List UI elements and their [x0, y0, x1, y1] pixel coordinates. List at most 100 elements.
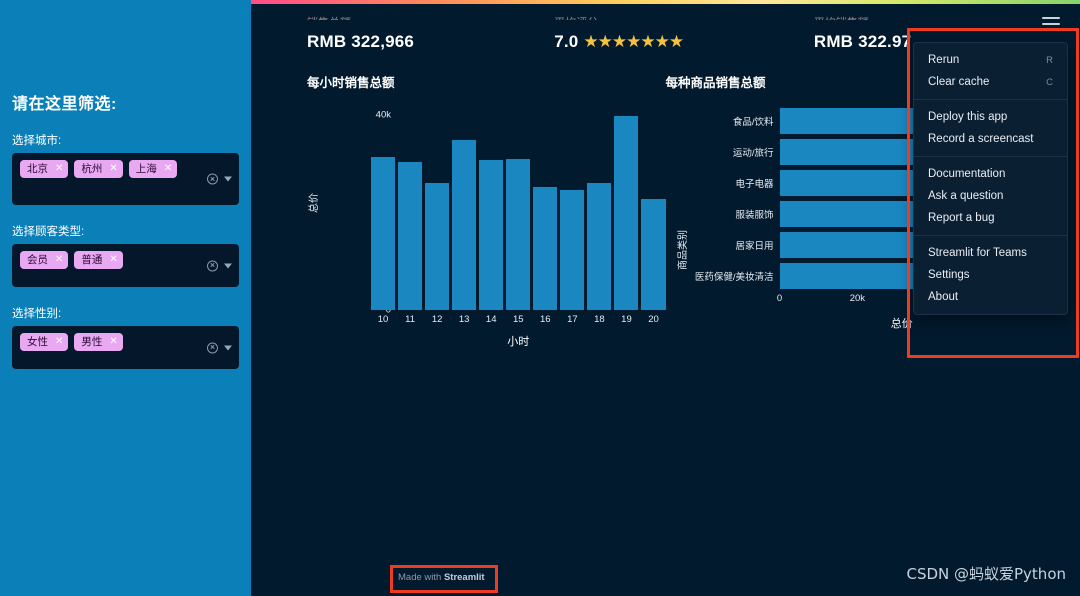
gender-multiselect[interactable]: 女性 ✕ 男性 ✕	[12, 326, 239, 369]
menu-item-clear-cache[interactable]: Clear cache C	[914, 71, 1067, 93]
menu-item-label: Streamlit for Teams	[928, 247, 1027, 259]
clear-all-icon[interactable]	[207, 260, 218, 271]
tag-remove-icon[interactable]: ✕	[55, 251, 63, 269]
metric-value: 7.0 ★★★★★★★	[554, 32, 814, 52]
chevron-down-icon[interactable]	[224, 345, 232, 350]
streamlit-brand: Streamlit	[443, 572, 485, 583]
metric-value: RMB 322,966	[307, 32, 415, 51]
x-tick-label: 18	[594, 314, 605, 325]
chart-hourly-sales: 每小时销售总额 总价 010k20k30k40k 101112131415161…	[307, 72, 666, 365]
plot-area: 010k20k30k40k	[371, 105, 666, 316]
filter-label-city: 选择城市:	[12, 135, 62, 147]
app-root: close-icon 请在这里筛选: 选择城市: 北京 ✕ 杭州 ✕ 上海 ✕ …	[0, 0, 1080, 596]
metric-rating-number: 7.0	[554, 32, 579, 51]
loading-progress-bar	[251, 0, 1080, 4]
y-tick-label: 服装服饰	[735, 209, 774, 221]
star-rating-icon: ★★★★★★★	[583, 32, 684, 52]
bar	[506, 158, 531, 310]
x-tick-label: 0	[776, 293, 783, 304]
menu-item-report-a-bug[interactable]: Report a bug	[914, 207, 1067, 229]
menu-item-label: About	[928, 291, 959, 303]
chevron-down-icon[interactable]	[224, 263, 232, 268]
x-tick-label: 17	[567, 314, 578, 325]
hamburger-bar	[1042, 29, 1060, 31]
sidebar: close-icon 请在这里筛选: 选择城市: 北京 ✕ 杭州 ✕ 上海 ✕ …	[0, 0, 251, 596]
tag-gender-0[interactable]: 女性 ✕	[20, 333, 69, 351]
tag-label: 女性	[27, 336, 48, 348]
made-with-prefix: Made with	[398, 572, 444, 583]
menu-item-record-a-screencast[interactable]: Record a screencast	[914, 128, 1067, 150]
tag-city-2[interactable]: 上海 ✕	[128, 160, 178, 178]
made-with-streamlit-label[interactable]: Made with Streamlit	[398, 572, 485, 583]
tag-remove-icon[interactable]: ✕	[55, 333, 63, 351]
tag-label: 上海	[135, 163, 157, 175]
tag-city-1[interactable]: 杭州 ✕	[74, 160, 123, 178]
menu-item-streamlit-for-teams[interactable]: Streamlit for Teams	[914, 242, 1067, 264]
sidebar-title: 请在这里筛选:	[12, 96, 117, 113]
tag-gender-1[interactable]: 男性 ✕	[74, 333, 123, 351]
vertical-bar-chart: 总价 010k20k30k40k 1011121314151617181920 …	[307, 105, 666, 365]
menu-item-documentation[interactable]: Documentation	[914, 163, 1067, 185]
clear-all-icon[interactable]	[207, 342, 218, 353]
x-axis-ticks: 10 11 12 13 14 15 16 17 18 19 20	[371, 314, 666, 325]
bar	[560, 190, 585, 310]
x-axis-label: 总价	[890, 318, 913, 330]
menu-item-shortcut: C	[1046, 76, 1053, 88]
tag-remove-icon[interactable]: ✕	[55, 160, 63, 178]
menu-item-label: Report a bug	[928, 212, 995, 224]
watermark: CSDN @蚂蚁爱Python	[906, 565, 1066, 583]
x-tick-label: 12	[431, 314, 443, 325]
x-tick-label: 19	[621, 314, 632, 325]
menu-separator	[914, 99, 1067, 100]
x-tick-label: 20k	[849, 293, 866, 304]
close-icon[interactable]: close-icon	[215, 15, 237, 37]
customer-type-multiselect[interactable]: 会员 ✕ 普通 ✕	[12, 244, 239, 287]
x-tick-label: 16	[540, 314, 551, 325]
menu-separator	[914, 235, 1067, 236]
metric-label: 平均评分:	[554, 14, 814, 20]
y-tick-label: 电子电器	[735, 178, 774, 190]
menu-item-settings[interactable]: Settings	[914, 264, 1067, 286]
tag-customer-1[interactable]: 普通 ✕	[74, 251, 123, 269]
metric-total-sales: 销售总额: RMB 322,966	[307, 14, 554, 52]
x-tick-label: 13	[458, 314, 470, 325]
menu-item-rerun[interactable]: Rerun R	[914, 49, 1067, 71]
y-tick-label: 居家日用	[735, 240, 774, 252]
filter-label-gender: 选择性别:	[12, 308, 62, 320]
bar	[641, 198, 666, 310]
chevron-down-icon[interactable]	[224, 176, 232, 182]
hamburger-bar	[1042, 23, 1060, 25]
tag-city-0[interactable]: 北京 ✕	[20, 160, 69, 178]
y-axis-label: 总价	[309, 193, 320, 213]
tag-label: 普通	[81, 254, 103, 266]
tag-label: 杭州	[81, 163, 103, 175]
tag-remove-icon[interactable]: ✕	[109, 333, 117, 351]
menu-item-deploy-this-app[interactable]: Deploy this app	[914, 106, 1067, 128]
tag-remove-icon[interactable]: ✕	[109, 251, 117, 269]
main-menu[interactable]: Rerun R Clear cache C Deploy this app Record …	[913, 42, 1068, 315]
menu-item-label: Record a screencast	[928, 133, 1034, 145]
bar	[587, 183, 612, 310]
bar	[398, 162, 423, 310]
x-axis-label: 小时	[507, 336, 530, 348]
hamburger-icon[interactable]	[1042, 17, 1060, 31]
bar	[452, 140, 477, 310]
multiselect-controls	[207, 342, 232, 353]
x-tick-label: 20	[648, 314, 659, 325]
tag-customer-0[interactable]: 会员 ✕	[20, 251, 69, 269]
clear-all-icon[interactable]	[207, 173, 218, 185]
city-multiselect[interactable]: 北京 ✕ 杭州 ✕ 上海 ✕	[12, 153, 239, 205]
filter-label-customer-type: 选择顾客类型:	[12, 226, 85, 238]
menu-item-label: Deploy this app	[928, 111, 1008, 123]
x-tick-label: 11	[405, 314, 415, 325]
menu-item-label: Documentation	[928, 168, 1006, 180]
tag-remove-icon[interactable]: ✕	[109, 160, 117, 178]
menu-item-about[interactable]: About	[914, 286, 1067, 308]
y-tick-label: 运动/旅行	[732, 147, 774, 159]
menu-item-label: Ask a question	[928, 190, 1004, 202]
tag-remove-icon[interactable]: ✕	[164, 160, 172, 178]
bar	[425, 183, 450, 310]
menu-item-label: Clear cache	[928, 76, 990, 88]
menu-item-label: Settings	[928, 269, 970, 281]
menu-item-ask-a-question[interactable]: Ask a question	[914, 185, 1067, 207]
